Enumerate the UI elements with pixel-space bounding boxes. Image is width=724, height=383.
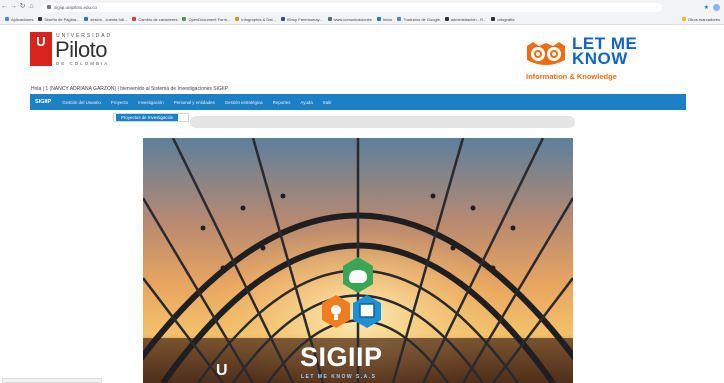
upilot-mark-icon: U bbox=[30, 32, 52, 66]
home-icon[interactable]: ⌂ bbox=[27, 0, 36, 14]
main-navbar: SIGIIP Gestión del Usuario Proyecto Inve… bbox=[30, 94, 686, 110]
bookmark-favicon-icon bbox=[444, 17, 449, 21]
folder-icon bbox=[681, 17, 686, 21]
nav-item-personal-entidades[interactable]: Personal y entidades bbox=[169, 100, 220, 105]
upilot-bottom-text: DE COLOMBIA bbox=[56, 61, 110, 66]
nav-item-salir[interactable]: Salir bbox=[318, 100, 337, 105]
bookmark-item[interactable]: www.comunicaciones bbox=[327, 17, 372, 22]
translate-icon bbox=[397, 17, 402, 21]
hero-tagline: LET ME KNOW S.A.S bbox=[301, 374, 377, 380]
bookmark-favicon-icon bbox=[491, 17, 496, 21]
bookmark-item[interactable]: OpenDocument Form... bbox=[182, 17, 230, 22]
navbar-brand[interactable]: SIGIIP bbox=[30, 99, 57, 105]
url-input[interactable]: sigiip.unipiloto.edu.co bbox=[42, 2, 662, 12]
universidad-piloto-logo[interactable]: U UNIVERSIDAD Piloto DE COLOMBIA bbox=[30, 32, 120, 70]
bookmark-favicon-icon bbox=[38, 17, 43, 21]
lmk-title-text: LET ME KNOW bbox=[572, 34, 638, 68]
nav-item-reportes[interactable]: Reportes bbox=[268, 100, 296, 105]
bookmark-item[interactable]: Traductor de Google bbox=[397, 17, 440, 22]
back-icon[interactable]: ← bbox=[0, 0, 9, 14]
bookmark-item[interactable]: sesión - cuenta hdl... bbox=[84, 17, 127, 22]
bookmarks-bar: Aplicaciones Diseño de Página... sesión … bbox=[0, 14, 724, 25]
forward-icon[interactable]: → bbox=[9, 0, 18, 14]
let-me-know-logo: LET ME KNOW Information & Knowledge bbox=[523, 34, 653, 82]
nav-item-ayuda[interactable]: Ayuda bbox=[295, 100, 317, 105]
url-text: sigiip.unipiloto.edu.co bbox=[54, 4, 98, 10]
bookmark-favicon-icon bbox=[327, 17, 332, 21]
bookmark-item[interactable]: administración - R... bbox=[444, 17, 486, 22]
bookmark-item[interactable]: Inicio bbox=[376, 17, 392, 22]
bookmark-item[interactable]: Cambio de caracteres bbox=[132, 17, 177, 22]
bookmark-item[interactable]: iShop Freemumay... bbox=[280, 17, 323, 22]
bookmark-favicon-icon bbox=[235, 17, 240, 21]
welcome-text: Hola | 1 (NANCY ADRIANA GARZON) | bienve… bbox=[31, 86, 229, 92]
reload-icon[interactable]: ↻ bbox=[18, 0, 27, 14]
bookmark-item[interactable]: ortografía bbox=[491, 17, 515, 22]
breadcrumb bbox=[190, 116, 575, 128]
nav-item-proyecto[interactable]: Proyecto bbox=[106, 100, 133, 105]
bookmark-favicon-icon bbox=[132, 17, 137, 21]
facebook-icon bbox=[376, 17, 381, 21]
bookmark-favicon-icon bbox=[182, 17, 187, 21]
nav-item-gestion-usuario[interactable]: Gestión del Usuario bbox=[57, 100, 106, 105]
apps-icon bbox=[5, 17, 9, 21]
bookmark-item[interactable]: Infographía & Dat... bbox=[235, 17, 276, 22]
dropdown-item-proyectos-investigacion[interactable]: Proyectos de Investigación bbox=[116, 114, 179, 121]
upilot-name-text: Piloto bbox=[55, 37, 108, 62]
bookmark-item[interactable]: Diseño de Página... bbox=[38, 17, 79, 22]
status-bar bbox=[2, 378, 102, 383]
bookmark-item[interactable]: Aplicaciones bbox=[5, 17, 33, 22]
browser-address-bar: ← → ↻ ⌂ sigiip.unipiloto.edu.co ★ bbox=[0, 0, 724, 14]
proyecto-dropdown-menu: Proyectos de Investigación bbox=[113, 113, 189, 122]
hero-upilot-mark: U bbox=[216, 362, 228, 379]
lock-icon bbox=[47, 5, 51, 9]
hero-sigiip-title: SIGIIP bbox=[300, 342, 383, 372]
other-bookmarks[interactable]: Otros marcadores bbox=[681, 17, 720, 22]
nav-item-gestion-estrategica[interactable]: Gestión estratégica bbox=[220, 100, 268, 105]
profile-avatar-icon[interactable] bbox=[713, 3, 720, 11]
lmk-subtitle-text: Information & Knowledge bbox=[526, 72, 617, 81]
nav-item-investigacion[interactable]: Investigación bbox=[133, 100, 169, 105]
bookmark-favicon-icon bbox=[280, 17, 285, 21]
owl-icon bbox=[527, 42, 565, 65]
bookmark-star-icon[interactable]: ★ bbox=[704, 4, 709, 11]
bookmark-favicon-icon bbox=[84, 17, 89, 21]
